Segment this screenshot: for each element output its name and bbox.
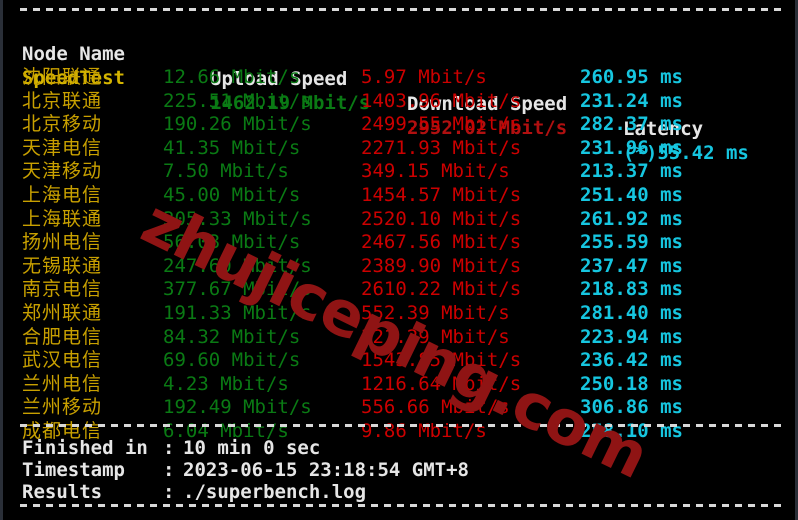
table-row: 兰州电信 4.23 Mbit/s 1216.64 Mbit/s 250.18 ms xyxy=(3,372,795,397)
cell-upload-speed: 7.50 Mbit/s xyxy=(163,160,289,183)
cell-download-speed: 2389.90 Mbit/s xyxy=(361,254,522,277)
cell-upload-speed: 45.00 Mbit/s xyxy=(163,184,301,206)
cell-node-name: 天津移动 xyxy=(22,160,103,183)
cell-latency: 223.94 ms xyxy=(580,325,683,348)
table-row: 上海联通 305.33 Mbit/s 2520.10 Mbit/s 261.92 ms xyxy=(3,207,795,232)
table-row: 无锡联通 247.60 Mbit/s 2389.90 Mbit/s 237.47 ms xyxy=(3,254,795,279)
cell-download-speed: 2520.10 Mbit/s xyxy=(361,207,522,230)
cell-node-name: 上海联通 xyxy=(22,207,103,230)
table-row: 扬州电信 56.03 Mbit/s 2467.56 Mbit/s 255.59 ms xyxy=(3,230,795,255)
table-row: 天津移动 7.50 Mbit/s 349.15 Mbit/s 213.37 ms xyxy=(3,159,795,184)
cell-download-speed: 552.39 Mbit/s xyxy=(361,302,510,324)
footer-label: Results xyxy=(22,481,103,503)
cell-node-name: 兰州移动 xyxy=(22,396,103,419)
cell-upload-speed: 12.66 Mbit/s xyxy=(163,66,301,88)
cell-download-speed: 2467.56 Mbit/s xyxy=(361,231,522,254)
cell-download-speed: 1543.85 Mbit/s xyxy=(361,349,522,372)
cell-download-speed: 2499.55 Mbit/s xyxy=(361,113,522,136)
cell-upload-speed: 4.23 Mbit/s xyxy=(163,372,289,395)
cell-download-speed: 321.29 Mbit/s xyxy=(361,325,510,348)
cell-download-speed: 556.66 Mbit/s xyxy=(361,396,510,419)
cell-node-name: 兰州电信 xyxy=(22,372,103,395)
cell-node-name: 北京移动 xyxy=(22,113,103,136)
cell-upload-speed: 56.03 Mbit/s xyxy=(163,231,301,254)
cell-node-name: 扬州电信 xyxy=(22,231,103,254)
cell-download-speed: 1454.57 Mbit/s xyxy=(361,184,522,206)
cell-latency: 255.59 ms xyxy=(580,231,683,254)
cell-latency: 261.92 ms xyxy=(580,207,683,230)
table-row: 郑州联通 191.33 Mbit/s 552.39 Mbit/s 281.40 ms xyxy=(3,301,795,326)
cell-upload-speed: 69.60 Mbit/s xyxy=(163,349,301,372)
cell-node-name: 合肥电信 xyxy=(22,325,103,348)
cell-upload-speed: 41.35 Mbit/s xyxy=(163,136,301,159)
cell-node-name: 上海电信 xyxy=(22,184,103,206)
cell-upload-speed: 377.67 Mbit/s xyxy=(163,278,312,301)
cell-upload-speed: 84.32 Mbit/s xyxy=(163,325,301,348)
table-row: 天津电信 41.35 Mbit/s 2271.93 Mbit/s 231.96 ms xyxy=(3,136,795,161)
separator-top xyxy=(20,8,785,11)
terminal-window: Node Name Upload Speed Download Speed La… xyxy=(0,0,798,520)
cell-node-name: 郑州联通 xyxy=(22,302,103,324)
table-row: 武汉电信 69.60 Mbit/s 1543.85 Mbit/s 236.42 ms xyxy=(3,348,795,373)
cell-download-speed: 2610.22 Mbit/s xyxy=(361,278,522,301)
table-row: 上海电信 45.00 Mbit/s 1454.57 Mbit/s 251.40 ms xyxy=(3,183,795,208)
cell-download-speed: 1403.96 Mbit/s xyxy=(361,89,522,112)
footer-value: ./superbench.log xyxy=(183,481,367,503)
cell-latency: 282.37 ms xyxy=(580,113,683,136)
cell-download-speed: 2271.93 Mbit/s xyxy=(361,136,522,159)
footer-row: Results: ./superbench.log xyxy=(3,480,795,505)
cell-latency: 250.18 ms xyxy=(580,372,683,395)
cell-latency: 236.42 ms xyxy=(580,349,683,372)
cell-latency: 213.37 ms xyxy=(580,160,683,183)
cell-node-name: 北京联通 xyxy=(22,89,103,112)
cell-latency: 237.47 ms xyxy=(580,254,683,277)
table-row: 合肥电信 84.32 Mbit/s 321.29 Mbit/s 223.94 ms xyxy=(3,325,795,350)
cell-latency: 218.83 ms xyxy=(580,278,683,301)
table-row: 沈阳联通 12.66 Mbit/s 5.97 Mbit/s 260.95 ms xyxy=(3,65,795,90)
cell-node-name: 沈阳联通 xyxy=(22,66,103,88)
cell-upload-speed: 225.51 Mbit/s xyxy=(163,89,312,112)
cell-latency: 251.40 ms xyxy=(580,184,683,206)
cell-upload-speed: 247.60 Mbit/s xyxy=(163,254,312,277)
table-header-row: Node Name Upload Speed Download Speed La… xyxy=(3,17,795,140)
cell-latency: 231.24 ms xyxy=(580,89,683,112)
cell-upload-speed: 190.26 Mbit/s xyxy=(163,113,312,136)
cell-node-name: 南京电信 xyxy=(22,278,103,301)
cell-node-name: 天津电信 xyxy=(22,136,103,159)
cell-upload-speed: 305.33 Mbit/s xyxy=(163,207,312,230)
cell-download-speed: 349.15 Mbit/s xyxy=(361,160,510,183)
cell-upload-speed: 192.49 Mbit/s xyxy=(163,396,312,419)
separator-bottom xyxy=(20,504,785,507)
cell-latency: 306.86 ms xyxy=(580,396,683,419)
speedtest-summary-row: SpeedTest 1462.19 Mbit/s 2952.02 Mbit/s … xyxy=(3,41,795,164)
cell-latency: 260.95 ms xyxy=(580,66,683,88)
table-row: 兰州移动 192.49 Mbit/s 556.66 Mbit/s 306.86 ms xyxy=(3,395,795,420)
cell-download-speed: 1216.64 Mbit/s xyxy=(361,372,522,395)
table-row: 北京联通 225.51 Mbit/s 1403.96 Mbit/s 231.24 ms xyxy=(3,89,795,114)
footer-colon: : xyxy=(163,481,175,503)
cell-download-speed: 5.97 Mbit/s xyxy=(361,66,487,88)
cell-latency: 281.40 ms xyxy=(580,302,683,324)
cell-latency: 231.96 ms xyxy=(580,136,683,159)
table-row: 北京移动 190.26 Mbit/s 2499.55 Mbit/s 282.37 ms xyxy=(3,112,795,137)
separator-middle xyxy=(20,424,785,427)
table-row: 南京电信 377.67 Mbit/s 2610.22 Mbit/s 218.83 ms xyxy=(3,277,795,302)
cell-node-name: 武汉电信 xyxy=(22,349,103,372)
cell-upload-speed: 191.33 Mbit/s xyxy=(163,302,312,324)
cell-node-name: 无锡联通 xyxy=(22,254,103,277)
